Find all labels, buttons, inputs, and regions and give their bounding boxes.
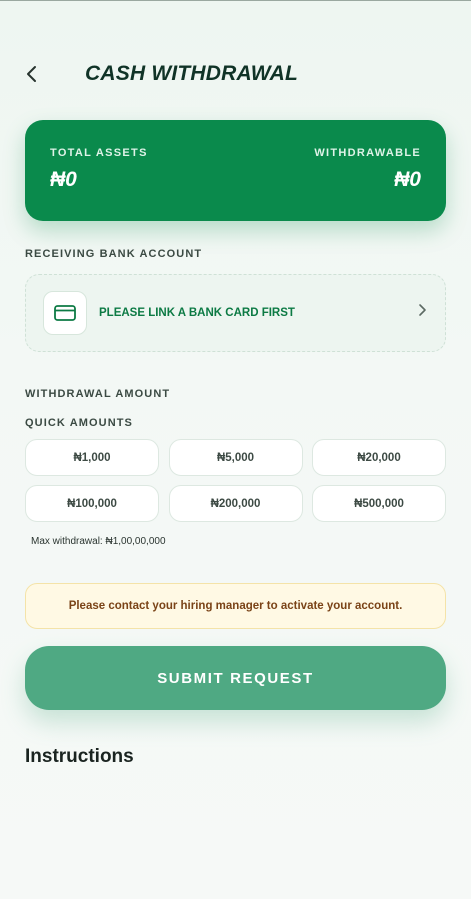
chevron-left-icon [27, 66, 36, 82]
status-divider [0, 0, 471, 1]
link-bank-card-button[interactable]: PLEASE LINK A BANK CARD FIRST [25, 274, 446, 352]
activation-notice: Please contact your hiring manager to ac… [25, 583, 446, 629]
link-bank-prompt: PLEASE LINK A BANK CARD FIRST [99, 307, 295, 319]
withdrawal-section-label: WITHDRAWAL AMOUNT [25, 388, 171, 400]
quick-amount-100000[interactable]: ₦100,000 [25, 485, 159, 522]
withdrawable-label: WITHDRAWABLE [314, 147, 421, 159]
credit-card-icon [54, 305, 76, 321]
quick-amount-20000[interactable]: ₦20,000 [312, 439, 446, 476]
chevron-right-icon [419, 304, 426, 316]
quick-amount-200000[interactable]: ₦200,000 [168, 485, 303, 522]
assets-card: TOTAL ASSETS ₦0 WITHDRAWABLE ₦0 [25, 120, 446, 221]
back-button[interactable] [25, 58, 69, 90]
page-title: CASH WITHDRAWAL [85, 62, 298, 85]
quick-amount-1000[interactable]: ₦1,000 [25, 439, 159, 476]
withdrawal-screen: CASH WITHDRAWAL TOTAL ASSETS ₦0 WITHDRAW… [0, 0, 471, 899]
header: CASH WITHDRAWAL [25, 58, 298, 90]
withdrawable-value: ₦0 [394, 168, 421, 191]
total-assets-label: TOTAL ASSETS [50, 147, 148, 159]
instructions-heading: Instructions [25, 746, 134, 767]
quick-amount-500000[interactable]: ₦500,000 [312, 485, 446, 522]
bank-section-label: RECEIVING BANK ACCOUNT [25, 248, 203, 260]
quick-amount-5000[interactable]: ₦5,000 [168, 439, 303, 476]
quick-amounts-label: QUICK AMOUNTS [25, 417, 133, 429]
submit-request-button[interactable]: SUBMIT REQUEST [25, 646, 446, 710]
bank-icon-box [43, 291, 87, 335]
quick-amounts-grid: ₦1,000 ₦5,000 ₦20,000 ₦100,000 ₦200,000 … [25, 439, 446, 522]
total-assets-value: ₦0 [50, 168, 77, 191]
max-withdrawal-text: Max withdrawal: ₦1,00,00,000 [31, 536, 166, 547]
